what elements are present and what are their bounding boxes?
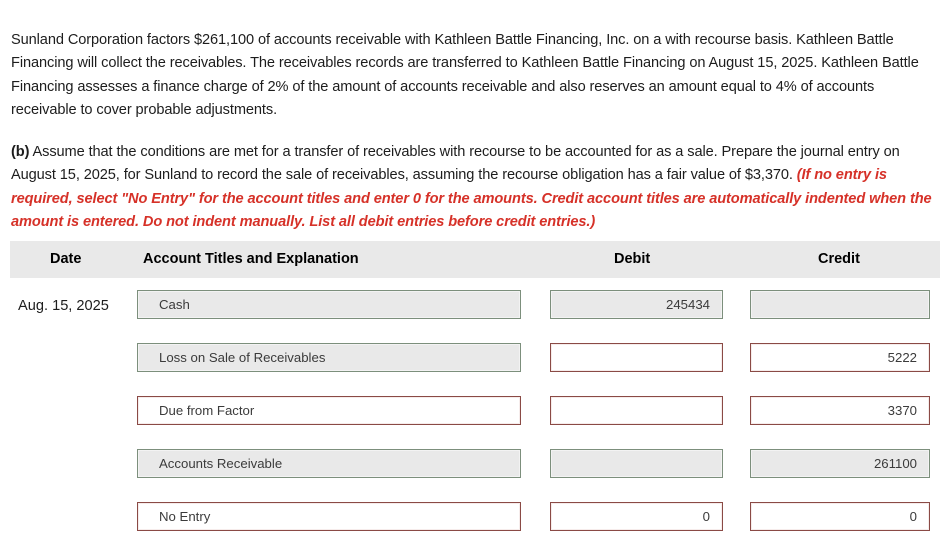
debit-amount-input-2[interactable]	[550, 396, 723, 425]
debit-amount-input-1[interactable]	[550, 343, 723, 372]
debit-amount-input-0[interactable]: 245434	[550, 290, 723, 319]
question-label: (b)	[11, 143, 30, 160]
question-paragraph: (b) Assume that the conditions are met f…	[11, 141, 939, 235]
column-header-debit: Debit	[614, 251, 651, 267]
table-row: Accounts Receivable 261100	[0, 447, 952, 500]
credit-amount-input-0[interactable]	[750, 290, 930, 319]
credit-amount-input-4[interactable]: 0	[750, 502, 930, 531]
credit-amount-input-2[interactable]: 3370	[750, 396, 930, 425]
column-header-credit: Credit	[818, 251, 860, 267]
account-title-input-4[interactable]: No Entry	[137, 502, 521, 531]
credit-amount-input-1[interactable]: 5222	[750, 343, 930, 372]
account-title-input-1[interactable]: Loss on Sale of Receivables	[137, 343, 521, 372]
intro-paragraph: Sunland Corporation factors $261,100 of …	[11, 31, 919, 119]
debit-amount-input-3[interactable]	[550, 449, 723, 478]
entry-date-0: Aug. 15, 2025	[18, 298, 109, 314]
account-title-input-3[interactable]: Accounts Receivable	[137, 449, 521, 478]
table-header-row: Date Account Titles and Explanation Debi…	[10, 241, 940, 278]
account-title-input-0[interactable]: Cash	[137, 290, 521, 319]
table-row: Loss on Sale of Receivables 5222	[0, 341, 952, 394]
credit-amount-input-3[interactable]: 261100	[750, 449, 930, 478]
question-body: Assume that the conditions are met for a…	[11, 143, 900, 184]
table-row: No Entry 0 0	[0, 500, 952, 553]
column-header-date: Date	[50, 251, 82, 267]
table-row: Due from Factor 3370	[0, 394, 952, 447]
account-title-input-2[interactable]: Due from Factor	[137, 396, 521, 425]
table-row: Aug. 15, 2025 Cash 245434	[0, 288, 952, 341]
column-header-account: Account Titles and Explanation	[143, 251, 359, 267]
debit-amount-input-4[interactable]: 0	[550, 502, 723, 531]
